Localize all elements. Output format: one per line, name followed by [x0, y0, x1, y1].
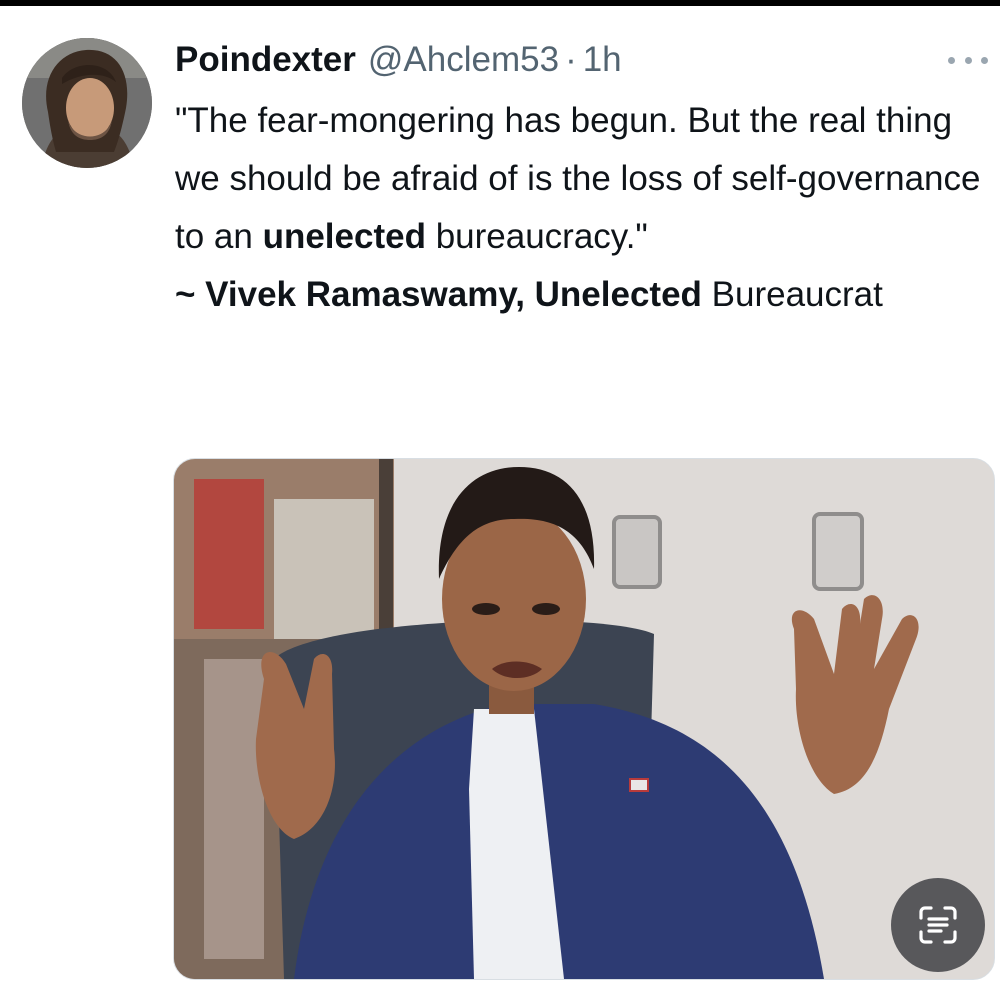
separator-dot: ·	[565, 40, 577, 79]
tweet-text: "The fear-mongering has begun. But the r…	[175, 92, 990, 324]
text-scan-button[interactable]	[891, 878, 985, 972]
attribution-rest: Bureaucrat	[701, 275, 883, 314]
quote-part-b: bureaucracy."	[425, 217, 648, 256]
text-scan-icon	[919, 906, 957, 944]
tweet-media-image[interactable]	[173, 458, 995, 980]
user-handle[interactable]: @Ahclem53	[368, 38, 559, 82]
top-bar	[0, 0, 1000, 6]
more-horizontal-icon[interactable]	[948, 52, 988, 68]
attribution: ~ Vivek Ramaswamy, Unelected Bureaucrat	[175, 266, 990, 324]
quote-text: "The fear-mongering has begun. But the r…	[175, 92, 990, 266]
tweet-header: Poindexter @Ahclem53 · 1h	[175, 38, 622, 82]
avatar-image	[22, 38, 152, 168]
timestamp[interactable]: 1h	[583, 38, 622, 82]
quote-bold-word: unelected	[262, 217, 426, 256]
media-illustration	[174, 459, 994, 979]
attribution-bold: ~ Vivek Ramaswamy, Unelected	[175, 275, 702, 314]
avatar[interactable]	[22, 38, 152, 168]
display-name[interactable]: Poindexter	[175, 38, 356, 82]
